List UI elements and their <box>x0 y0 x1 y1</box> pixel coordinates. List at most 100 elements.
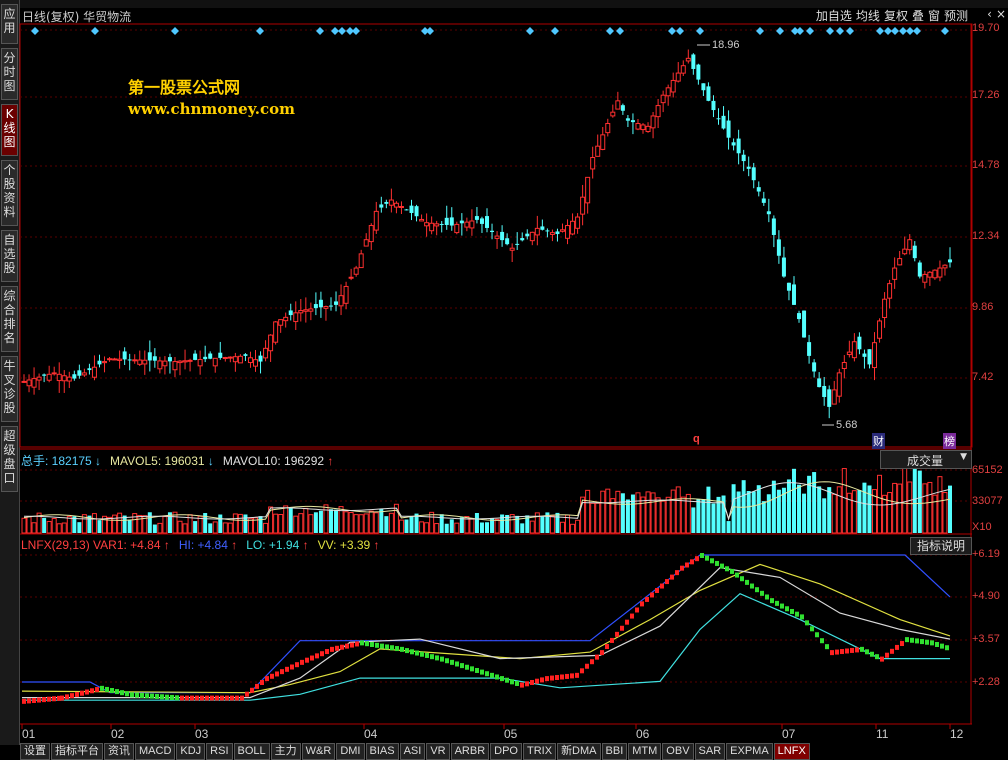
candle-body-up[interactable] <box>247 357 253 364</box>
candle-body-down[interactable] <box>741 154 746 162</box>
candle-body-up[interactable] <box>137 359 143 365</box>
candle-body-up[interactable] <box>877 320 883 339</box>
candle-body-up[interactable] <box>937 267 943 278</box>
candle-body-up[interactable] <box>343 285 349 304</box>
candle-body-down[interactable] <box>505 238 510 245</box>
event-diamond-icon[interactable] <box>826 27 834 35</box>
candle-body-up[interactable] <box>353 267 359 275</box>
candle-body-down[interactable] <box>948 259 952 263</box>
candle-body-up[interactable] <box>942 264 948 269</box>
candle-body-down[interactable] <box>122 351 127 360</box>
candle-body-up[interactable] <box>655 105 661 118</box>
candle-body-up[interactable] <box>61 375 67 382</box>
candle-body-down[interactable] <box>751 167 756 181</box>
candle-body-up[interactable] <box>212 357 218 367</box>
candle-body-up[interactable] <box>675 72 681 82</box>
indicator-tab-22[interactable]: LNFX <box>773 743 810 760</box>
event-diamond-icon[interactable] <box>606 27 614 35</box>
candle-body-up[interactable] <box>393 202 399 208</box>
candle-body-up[interactable] <box>650 115 656 129</box>
candle-body-up[interactable] <box>363 239 369 247</box>
candle-body-up[interactable] <box>177 360 183 364</box>
candle-body-up[interactable] <box>162 360 168 367</box>
candle-body-up[interactable] <box>232 356 238 363</box>
event-diamond-icon[interactable] <box>316 27 324 35</box>
candle-body-up[interactable] <box>565 225 571 239</box>
candle-body-up[interactable] <box>21 380 27 383</box>
event-diamond-icon[interactable] <box>876 27 884 35</box>
candle-body-up[interactable] <box>368 225 374 243</box>
candle-body-down[interactable] <box>867 349 872 365</box>
candle-body-down[interactable] <box>817 378 822 388</box>
indicator-tab-8[interactable]: W&R <box>301 743 336 760</box>
candle-body-down[interactable] <box>147 352 152 361</box>
candle-body-down[interactable] <box>726 120 731 138</box>
candle-body-up[interactable] <box>610 111 616 117</box>
candle-body-up[interactable] <box>303 309 309 312</box>
indicator-tab-5[interactable]: RSI <box>206 743 233 760</box>
candle-body-down[interactable] <box>409 205 414 213</box>
candle-body-down[interactable] <box>152 356 157 361</box>
candle-body-down[interactable] <box>87 368 92 371</box>
candle-body-up[interactable] <box>580 196 586 215</box>
candle-body-up[interactable] <box>253 359 258 367</box>
candle-body-up[interactable] <box>107 358 113 361</box>
candle-body-down[interactable] <box>807 342 812 356</box>
candle-body-up[interactable] <box>373 210 379 231</box>
candle-body-up[interactable] <box>570 220 576 235</box>
candle-body-down[interactable] <box>721 115 726 129</box>
candle-body-down[interactable] <box>379 204 384 208</box>
candle-body-up[interactable] <box>298 310 304 314</box>
candle-body-down[interactable] <box>797 313 802 320</box>
candle-body-up[interactable] <box>348 276 354 279</box>
event-diamond-icon[interactable] <box>551 27 559 35</box>
candle-body-up[interactable] <box>605 123 611 134</box>
candle-body-up[interactable] <box>268 334 274 352</box>
candle-body-up[interactable] <box>595 145 601 157</box>
indicator-tab-0[interactable]: 设置 <box>20 743 50 760</box>
candle-body-up[interactable] <box>117 358 123 361</box>
candle-body-up[interactable] <box>429 222 435 232</box>
candle-body-up[interactable] <box>293 312 299 323</box>
candle-body-down[interactable] <box>127 359 132 361</box>
candle-body-down[interactable] <box>525 233 530 237</box>
candle-body-up[interactable] <box>680 65 686 74</box>
event-diamond-icon[interactable] <box>941 27 949 35</box>
candle-body-up[interactable] <box>66 376 72 382</box>
event-diamond-icon[interactable] <box>696 27 704 35</box>
candle-body-up[interactable] <box>897 258 903 266</box>
event-diamond-icon[interactable] <box>846 27 854 35</box>
candle-body-down[interactable] <box>485 216 489 228</box>
candle-body-down[interactable] <box>716 118 721 120</box>
indicator-tab-2[interactable]: 资讯 <box>104 743 134 760</box>
candle-body-down[interactable] <box>384 201 389 204</box>
candle-body-down[interactable] <box>917 262 922 277</box>
candle-body-down[interactable] <box>243 354 248 356</box>
event-diamond-icon[interactable] <box>171 27 179 35</box>
candle-body-up[interactable] <box>142 359 148 365</box>
candle-body-down[interactable] <box>555 231 560 235</box>
indicator-tab-21[interactable]: EXPMA <box>726 743 773 760</box>
candle-body-down[interactable] <box>540 226 545 230</box>
candle-body-down[interactable] <box>761 198 766 203</box>
candle-body-up[interactable] <box>549 232 555 235</box>
candle-body-up[interactable] <box>31 378 37 388</box>
event-diamond-icon[interactable] <box>913 27 921 35</box>
candle-body-down[interactable] <box>414 206 419 217</box>
indicator-tab-12[interactable]: VR <box>426 743 450 760</box>
finance-marker[interactable]: 财 <box>872 433 885 449</box>
candle-body-up[interactable] <box>660 94 666 104</box>
candle-body-up[interactable] <box>91 366 97 378</box>
candle-body-up[interactable] <box>585 176 591 204</box>
candle-body-down[interactable] <box>500 231 505 241</box>
candle-body-up[interactable] <box>846 351 852 356</box>
candle-body-down[interactable] <box>515 243 520 245</box>
candle-body-down[interactable] <box>786 282 791 291</box>
event-diamond-icon[interactable] <box>836 27 844 35</box>
candle-body-up[interactable] <box>645 125 651 133</box>
candle-body-up[interactable] <box>46 373 52 381</box>
event-diamond-icon[interactable] <box>616 27 624 35</box>
event-diamond-icon[interactable] <box>884 27 892 35</box>
candle-body-down[interactable] <box>449 217 454 226</box>
candle-body-up[interactable] <box>263 347 269 359</box>
